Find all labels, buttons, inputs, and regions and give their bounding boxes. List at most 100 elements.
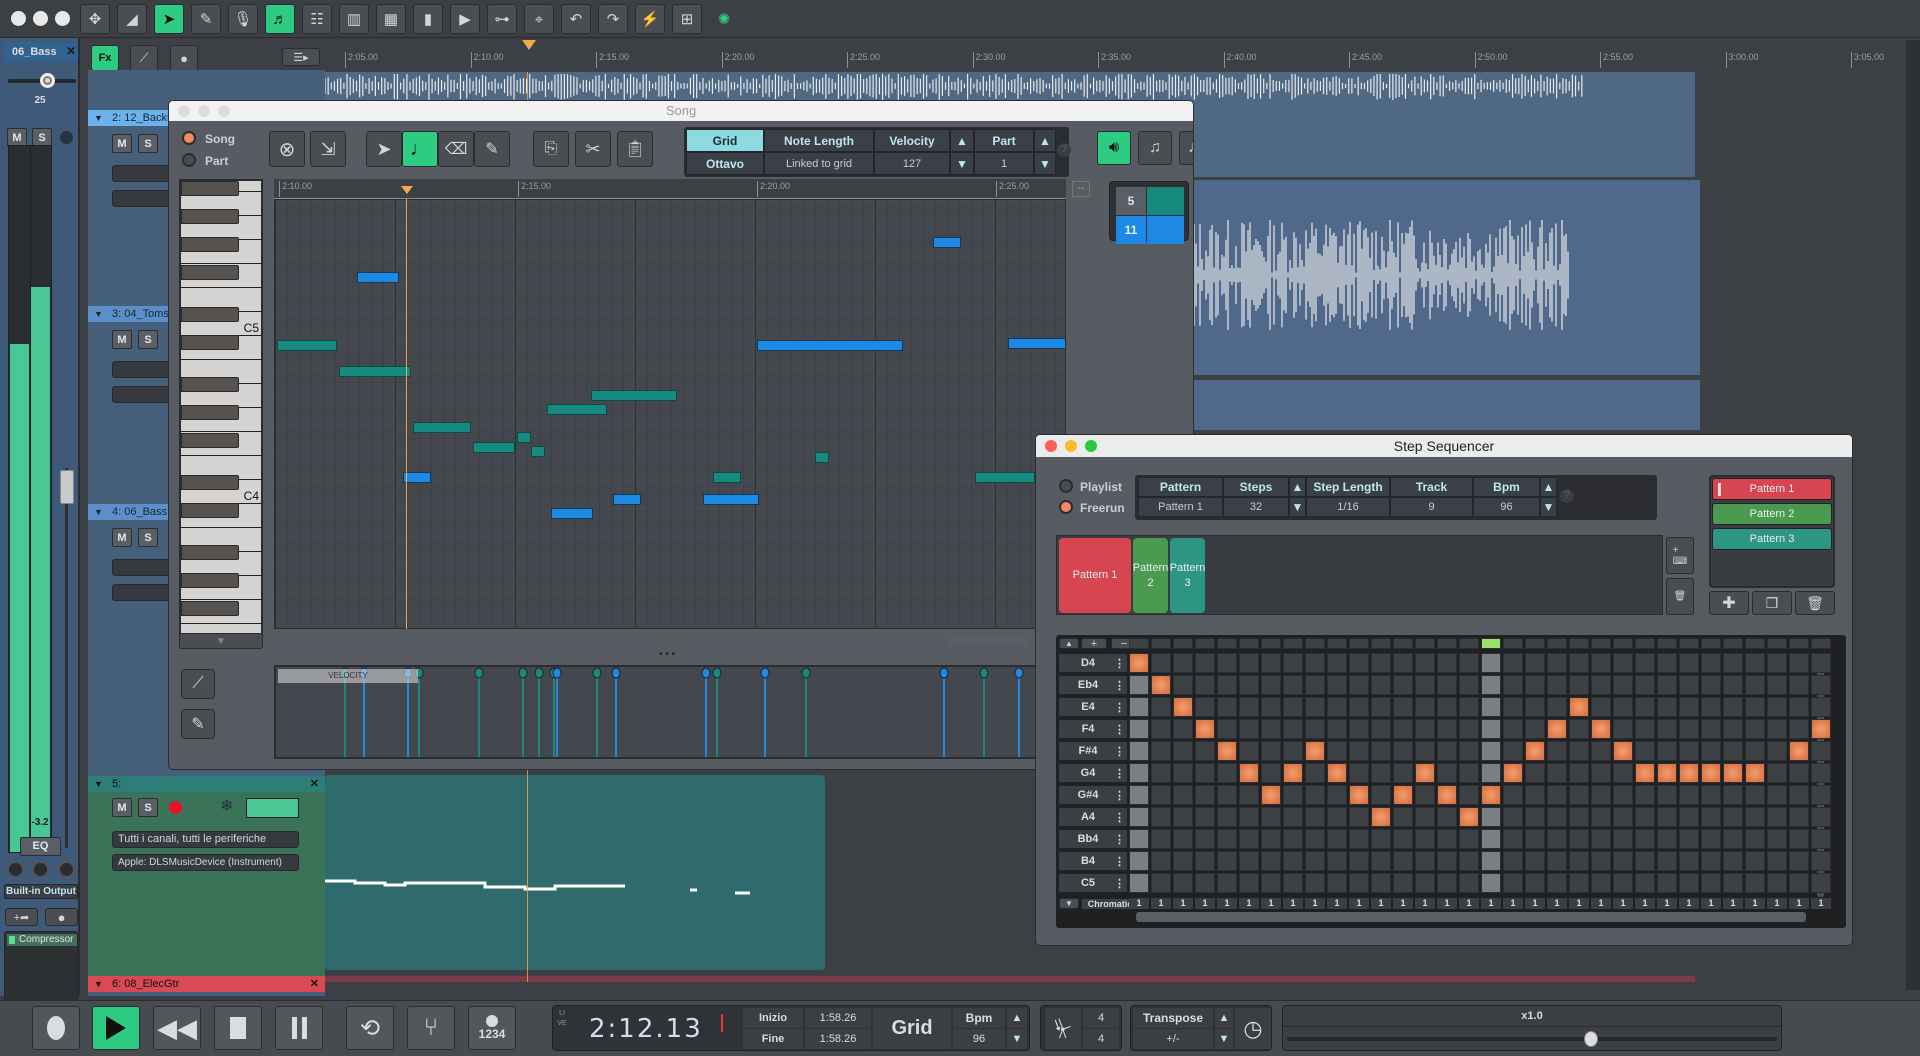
automation-tool-button[interactable]: ◢ [117, 4, 147, 34]
step-cell[interactable] [1811, 785, 1831, 805]
step-cell[interactable] [1305, 741, 1325, 761]
step-cell[interactable] [1195, 763, 1215, 783]
note-options-icon[interactable]: ♩ [1179, 131, 1193, 165]
step-cell[interactable] [1217, 697, 1237, 717]
piano-roll-grid[interactable] [274, 199, 1066, 629]
step-cell[interactable] [1503, 873, 1523, 893]
step-cell[interactable] [1349, 741, 1369, 761]
channel-strip-button[interactable]: ▮ [413, 4, 443, 34]
step-cell[interactable] [1525, 807, 1545, 827]
close-icon[interactable]: ✕ [66, 44, 76, 58]
step-cell[interactable] [1327, 741, 1347, 761]
step-cell[interactable] [1327, 675, 1347, 695]
step-cell[interactable] [1393, 741, 1413, 761]
step-cell[interactable] [1129, 763, 1149, 783]
move-tool-button[interactable]: ✥ [80, 4, 110, 34]
step-cell[interactable] [1657, 675, 1677, 695]
step-cell[interactable] [1349, 675, 1369, 695]
step-cell[interactable] [1569, 785, 1589, 805]
step-cell[interactable] [1657, 807, 1677, 827]
step-cell[interactable] [1371, 873, 1391, 893]
step-cell[interactable] [1701, 763, 1721, 783]
step-cell[interactable] [1283, 741, 1303, 761]
duplicate-pattern-button[interactable]: ❐ [1752, 591, 1792, 615]
mic-button[interactable]: ● [170, 45, 198, 71]
velocity-header[interactable]: Velocity [874, 129, 950, 152]
black-key[interactable] [181, 475, 239, 490]
seq-help-icon[interactable]: ? [1560, 489, 1574, 503]
step-cell[interactable] [1503, 741, 1523, 761]
step-cell[interactable] [1239, 851, 1259, 871]
collapse-triangle-icon[interactable]: ▼ [94, 306, 103, 322]
paste-button[interactable]: 📋︎ [617, 131, 653, 167]
loop-button[interactable]: ⟲ [346, 1006, 394, 1050]
step-cell[interactable] [1525, 763, 1545, 783]
step-cell[interactable] [1481, 807, 1501, 827]
track-mute-button[interactable]: M [112, 330, 132, 349]
track-solo-button[interactable]: S [138, 134, 158, 153]
step-cell[interactable] [1349, 807, 1369, 827]
keyboard-speaker-button[interactable]: ♬ [265, 4, 295, 34]
transpose-up[interactable]: ▲ [1215, 1008, 1233, 1028]
step-cell[interactable] [1437, 719, 1457, 739]
step-cell[interactable] [1723, 763, 1743, 783]
step-cell[interactable] [1327, 785, 1347, 805]
midi-note[interactable] [517, 432, 531, 443]
step-cell[interactable] [1217, 719, 1237, 739]
step-cell[interactable] [1547, 807, 1567, 827]
step-cell[interactable] [1437, 763, 1457, 783]
step-cell[interactable] [1767, 807, 1787, 827]
step-cell[interactable] [1261, 807, 1281, 827]
step-cell[interactable] [1701, 653, 1721, 673]
step-cell[interactable] [1415, 785, 1435, 805]
step-cell[interactable] [1217, 807, 1237, 827]
step-cell[interactable] [1613, 785, 1633, 805]
step-cell[interactable] [1459, 675, 1479, 695]
step-cell[interactable] [1591, 851, 1611, 871]
step-cell[interactable] [1481, 653, 1501, 673]
step-cell[interactable] [1261, 719, 1281, 739]
step-cell[interactable] [1371, 851, 1391, 871]
black-key[interactable] [181, 405, 239, 420]
step-cell[interactable] [1635, 675, 1655, 695]
step-cell[interactable] [1635, 851, 1655, 871]
step-cell[interactable] [1635, 763, 1655, 783]
seq-close-button[interactable] [1045, 440, 1057, 452]
black-key[interactable] [181, 181, 239, 196]
black-key[interactable] [181, 237, 239, 252]
time-sig-numerator[interactable]: 4 [1083, 1008, 1119, 1028]
step-cell[interactable] [1569, 653, 1589, 673]
step-cell[interactable] [1195, 697, 1215, 717]
step-cell[interactable] [1459, 785, 1479, 805]
step-cell[interactable] [1459, 697, 1479, 717]
step-cell[interactable] [1173, 719, 1193, 739]
step-cell[interactable] [1481, 851, 1501, 871]
transport-bpm-value[interactable]: 96 [953, 1029, 1005, 1049]
step-cell[interactable] [1679, 829, 1699, 849]
step-cell[interactable] [1173, 763, 1193, 783]
step-cell[interactable] [1371, 697, 1391, 717]
step-cell[interactable] [1173, 653, 1193, 673]
step-cell[interactable] [1679, 697, 1699, 717]
automation-button[interactable]: ⟋ [130, 45, 158, 71]
add-note-row[interactable]: + [1081, 638, 1107, 650]
scroll-notes-up[interactable]: ▲ [1059, 638, 1079, 649]
step-cell[interactable] [1591, 785, 1611, 805]
cut-button[interactable]: ✂ [575, 131, 611, 167]
step-cell[interactable] [1525, 829, 1545, 849]
part-up-arrow[interactable]: ▲ [1034, 129, 1056, 152]
velocity-up-arrow[interactable]: ▲ [950, 129, 974, 152]
step-cell[interactable] [1459, 763, 1479, 783]
step-cell[interactable] [1283, 763, 1303, 783]
step-cell[interactable] [1811, 697, 1831, 717]
channel-play-button[interactable]: ▶ [450, 4, 480, 34]
step-value[interactable]: 1 [1305, 898, 1325, 909]
note-row-label[interactable]: A4 [1058, 807, 1128, 827]
step-cell[interactable] [1415, 851, 1435, 871]
window-minimize-button[interactable] [33, 11, 48, 26]
step-cell[interactable] [1723, 807, 1743, 827]
collapse-triangle-icon[interactable]: ▼ [94, 504, 103, 520]
step-cell[interactable] [1129, 653, 1149, 673]
step-cell[interactable] [1679, 719, 1699, 739]
pattern-block-1[interactable]: Pattern 1 [1059, 538, 1131, 613]
